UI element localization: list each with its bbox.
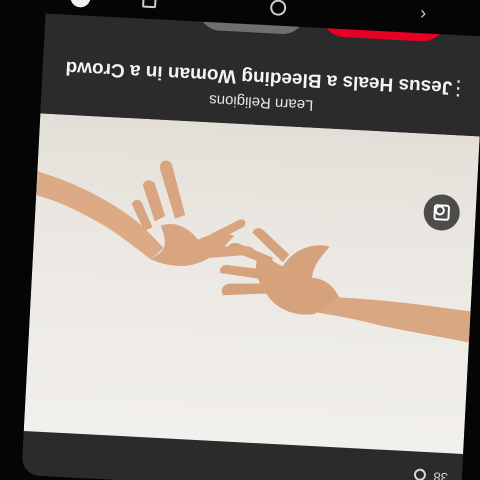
recents-square-icon[interactable] <box>142 0 157 9</box>
status-left: 38 <box>413 468 448 480</box>
phone-screen-rotated: 38 Learn Religions ⋮ Jesus Heals a Bleed… <box>0 0 480 480</box>
pin-image[interactable] <box>23 113 480 454</box>
hands-illustration <box>36 160 480 345</box>
lens-glyph <box>433 204 451 221</box>
home-circle-icon[interactable] <box>269 0 287 17</box>
circle-status-icon <box>413 468 427 480</box>
back-chevron-icon[interactable]: ‹ <box>419 4 426 25</box>
app-screen: 38 Learn Religions ⋮ Jesus Heals a Bleed… <box>21 0 480 480</box>
left-arm <box>311 295 480 345</box>
status-time: 38 <box>433 469 449 480</box>
